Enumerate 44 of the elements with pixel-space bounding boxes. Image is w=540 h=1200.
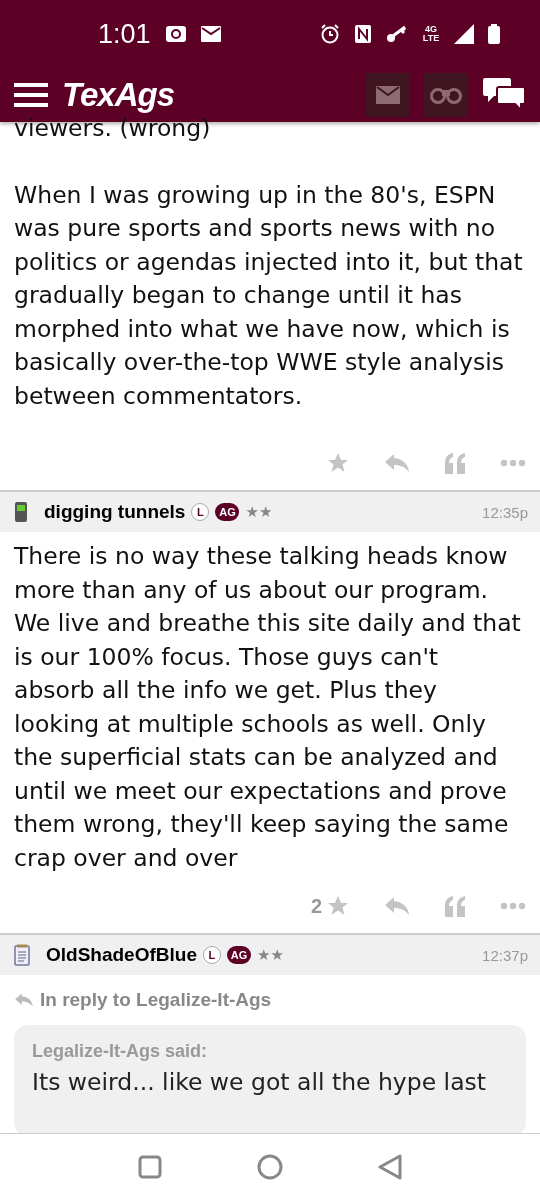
reply-icon xyxy=(14,992,34,1008)
reply-icon[interactable] xyxy=(384,895,410,917)
home-icon[interactable] xyxy=(257,1154,283,1180)
more-icon[interactable] xyxy=(500,459,526,467)
binoculars-icon xyxy=(430,86,462,104)
post-text: viewers. (wrong) xyxy=(14,113,212,144)
reply-icon[interactable] xyxy=(384,452,410,474)
clock: 1:01 xyxy=(98,18,151,50)
user-badge: AG xyxy=(226,946,251,964)
back-icon[interactable] xyxy=(378,1154,403,1180)
binoculars-button[interactable] xyxy=(424,73,468,117)
user-badge: L xyxy=(191,503,210,521)
post-time: 12:37p xyxy=(482,946,528,964)
more-icon[interactable] xyxy=(500,902,526,910)
battery-icon xyxy=(488,24,500,44)
network-type: 4G LTE xyxy=(422,25,440,43)
post-text: There is no way these talking heads know more than any of us about our program. We live and breathe this site daily and that is our 100% focus. Those guys can't absorb all the info we get. Plus they looking at multiple schools as well. Only the superficial stats can be analyzed and until we meet our expectations and prove them wrong, they'll keep saying the same crap over and over xyxy=(14,541,522,874)
user-badge: AG xyxy=(215,503,240,521)
key-icon xyxy=(386,25,408,43)
username[interactable]: digging tunnels xyxy=(44,501,186,523)
mail-icon xyxy=(376,86,400,104)
reply-link[interactable]: In reply to Legalize-It-Ags xyxy=(14,989,526,1011)
post-time: 12:35p xyxy=(482,503,528,521)
messages-button[interactable] xyxy=(366,73,410,117)
nfc-icon xyxy=(354,24,372,44)
star-count: 2 xyxy=(310,894,322,918)
phone-icon xyxy=(14,501,28,523)
rank-stars: ★★ xyxy=(245,503,273,521)
username[interactable]: OldShadeOfBlue xyxy=(46,944,197,966)
quote-text: Its weird... like we got all the hype last xyxy=(32,1068,487,1096)
quote-icon[interactable] xyxy=(444,895,466,917)
menu-icon[interactable] xyxy=(14,82,48,108)
mail-icon xyxy=(200,26,221,42)
quote-icon[interactable] xyxy=(444,452,466,474)
screen-record-icon xyxy=(164,25,187,43)
recents-icon[interactable] xyxy=(137,1155,162,1179)
signal-icon xyxy=(454,24,474,44)
post-text: When I was growing up in the 80's, ESPN was pure sports and sports news with no politics or agendas injected into it, but that gradually began to change until it has morphed into what we have now, which is basically over-the-top WWE style analysis between commentators. xyxy=(14,179,524,412)
alarm-icon xyxy=(320,24,340,44)
site-logo[interactable]: TexAgs xyxy=(62,76,174,114)
user-badge: L xyxy=(202,946,221,964)
quote-author: Legalize-It-Ags said: xyxy=(32,1041,209,1062)
rank-stars: ★★ xyxy=(256,946,284,964)
notepad-icon xyxy=(14,944,30,966)
